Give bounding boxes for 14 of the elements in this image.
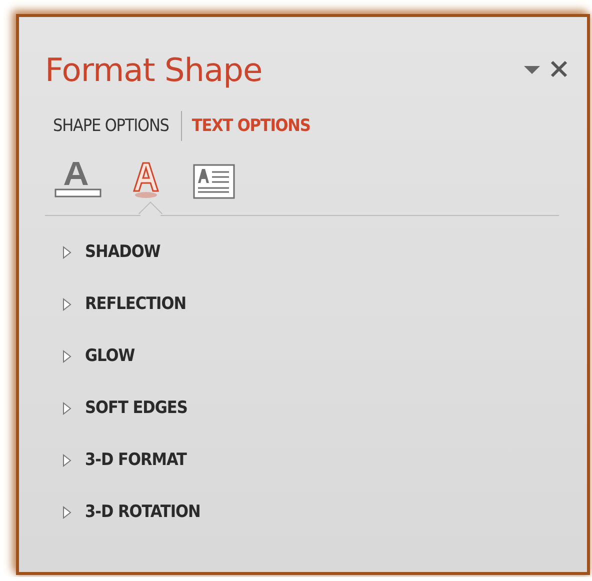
section-label: SOFT EDGES (85, 398, 188, 418)
section-label: 3-D ROTATION (85, 502, 200, 522)
pane-title: Format Shape (45, 51, 264, 89)
section-header[interactable]: GLOW (19, 330, 587, 382)
options-tab[interactable]: SHAPE OPTIONS (53, 116, 181, 136)
section-label: GLOW (85, 346, 135, 366)
section-header[interactable]: REFLECTION (19, 278, 587, 330)
section-header[interactable]: 3-D FORMAT (19, 434, 587, 486)
section-label: REFLECTION (85, 294, 186, 314)
section-label: 3-D FORMAT (85, 450, 186, 470)
section-header[interactable]: SHADOW (19, 226, 587, 278)
section-header[interactable]: SOFT EDGES (19, 382, 587, 434)
section-header[interactable]: 3-D ROTATION (19, 486, 587, 538)
section-label: SHADOW (85, 242, 160, 262)
